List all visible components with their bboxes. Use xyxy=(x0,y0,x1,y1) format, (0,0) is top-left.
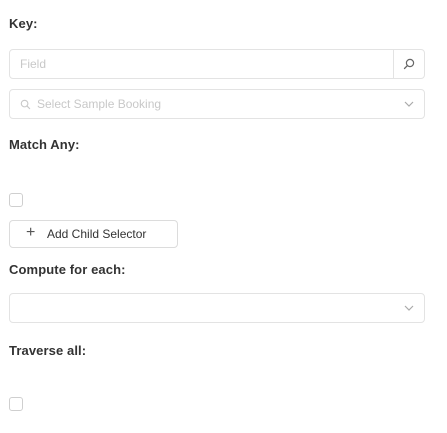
key-label: Key: xyxy=(9,16,38,31)
sample-booking-placeholder: Select Sample Booking xyxy=(37,97,162,111)
plus-icon: + xyxy=(26,224,36,241)
traverse-all-label: Traverse all: xyxy=(9,343,87,358)
key-field-input[interactable] xyxy=(10,50,395,78)
field-search-button[interactable] xyxy=(393,50,424,78)
search-icon xyxy=(403,58,415,70)
chevron-down-icon xyxy=(404,101,414,107)
chevron-down-icon xyxy=(404,305,414,311)
compute-for-each-label: Compute for each: xyxy=(9,262,126,277)
search-icon xyxy=(20,99,31,109)
compute-for-each-select[interactable] xyxy=(9,293,425,323)
add-child-selector-label: Add Child Selector xyxy=(47,227,147,241)
compute-for-each-select-inner[interactable] xyxy=(10,294,424,322)
add-child-selector-button[interactable]: + Add Child Selector xyxy=(9,220,178,248)
sample-booking-select[interactable]: Select Sample Booking xyxy=(9,89,425,119)
key-field-box xyxy=(9,49,425,79)
match-any-checkbox[interactable] xyxy=(9,193,23,207)
sample-booking-select-inner[interactable]: Select Sample Booking xyxy=(10,90,424,118)
match-any-label: Match Any: xyxy=(9,137,80,152)
traverse-all-checkbox[interactable] xyxy=(9,397,23,411)
